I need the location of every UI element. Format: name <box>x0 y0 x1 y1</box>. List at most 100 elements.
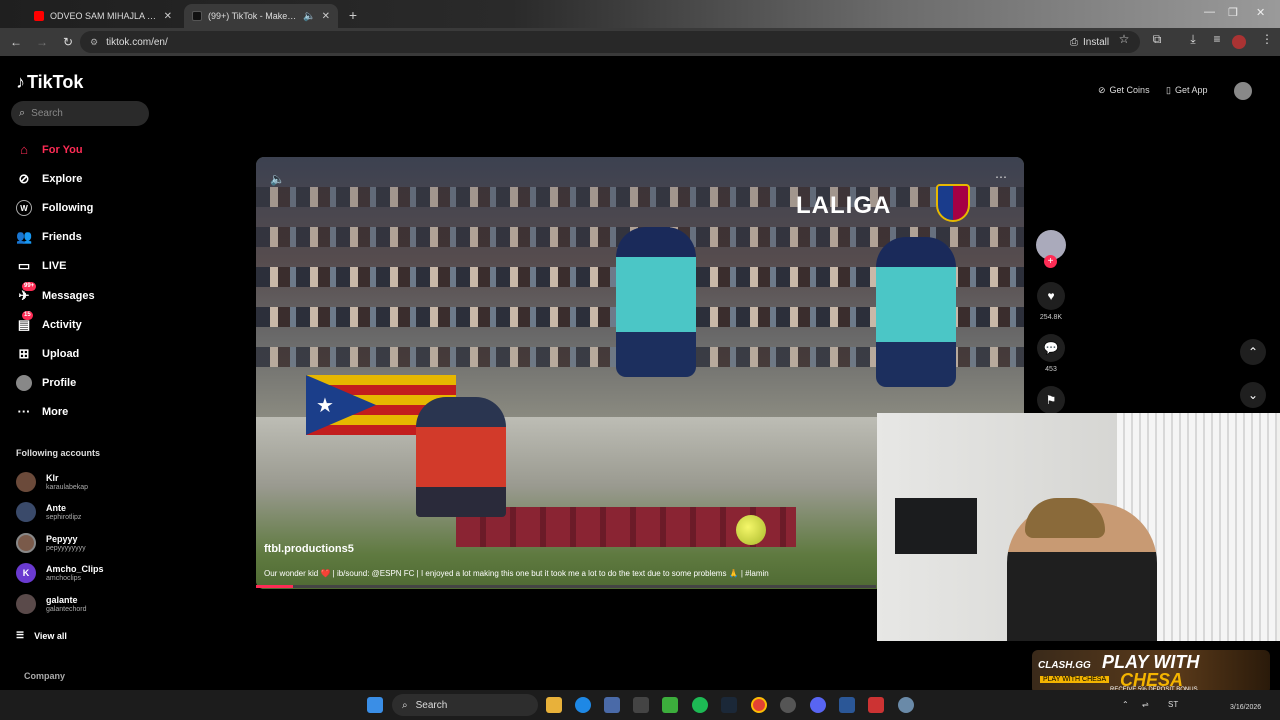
account-handle: pepyyyyyyyy <box>46 544 86 552</box>
forward-icon[interactable]: → <box>32 32 52 52</box>
upload-icon: ⊞ <box>18 346 30 361</box>
account-handle: galantechord <box>46 605 87 613</box>
network-icon[interactable]: ⇌ <box>1142 700 1149 709</box>
promo-tag: PLAY WITH CHESA <box>1040 676 1110 683</box>
account-item[interactable]: Ante sephirotlipz <box>16 502 81 522</box>
tab-title: ODVEO SAM MIHAJLA MADIĆ <box>50 11 158 21</box>
nav-following[interactable]: W Following <box>16 200 93 216</box>
tiktok-favicon-icon <box>192 11 202 21</box>
account-item[interactable]: Pepyyy pepyyyyyyyy <box>16 533 86 553</box>
tray-chevron-icon[interactable]: ⌃ <box>1122 700 1129 709</box>
maximize-icon[interactable]: ❐ <box>1228 6 1238 19</box>
nav-messages[interactable]: ✈ 99+ Messages <box>16 282 95 304</box>
list-icon: ☰ <box>16 630 25 640</box>
comment-action[interactable]: 💬 453 <box>1036 334 1066 373</box>
app-icon[interactable] <box>780 697 796 713</box>
nav-label: Explore <box>42 173 83 185</box>
nav-for-you[interactable]: ⌂ For You <box>16 142 82 158</box>
taskbar-date[interactable]: 3/16/2026 <box>1230 704 1261 711</box>
install-button[interactable]: ⎙ Install <box>1062 32 1117 52</box>
get-app-button[interactable]: ▯ Get App <box>1166 81 1207 99</box>
tab-title: (99+) TikTok - Make Your Day <box>208 11 297 21</box>
app-icon[interactable] <box>868 697 884 713</box>
browser-tab-2[interactable]: (99+) TikTok - Make Your Day 🔈 ✕ <box>184 4 338 28</box>
browser-tab-1[interactable]: ODVEO SAM MIHAJLA MADIĆ ✕ <box>26 4 180 28</box>
minimize-icon[interactable]: — <box>1204 6 1215 18</box>
avatar: K <box>16 563 36 583</box>
language-indicator[interactable]: ST <box>1168 700 1178 709</box>
reading-list-icon[interactable]: ≡ <box>1208 32 1226 46</box>
profile-avatar-icon[interactable] <box>1232 35 1246 49</box>
url-text: tiktok.com/en/ <box>106 36 168 48</box>
nav-activity[interactable]: ▤ 15 Activity <box>16 311 82 333</box>
spotify-icon[interactable] <box>692 697 708 713</box>
view-all-button[interactable]: ☰ View all <box>16 630 67 641</box>
nav-explore[interactable]: ⊘ Explore <box>16 171 83 187</box>
app-icon[interactable] <box>839 697 855 713</box>
nav-live[interactable]: ▭ LIVE <box>16 258 67 274</box>
following-icon: W <box>16 200 32 216</box>
search-input[interactable]: ⌕ Search <box>11 101 149 126</box>
next-video-button[interactable]: ⌄ <box>1240 382 1266 408</box>
minecraft-icon[interactable] <box>662 697 678 713</box>
account-handle: karaulabekap <box>46 483 89 491</box>
app-icon[interactable] <box>633 697 649 713</box>
get-coins-button[interactable]: ⊘ Get Coins <box>1098 81 1150 99</box>
taskbar-search[interactable]: ⌕ Search <box>392 694 538 716</box>
download-icon[interactable]: ⤓ <box>1184 32 1202 47</box>
account-name: Pepyyy <box>46 533 78 544</box>
account-item[interactable]: galante galantechord <box>16 594 86 614</box>
store-icon[interactable] <box>604 697 620 713</box>
browser-menu-icon[interactable]: ⋮ <box>1258 32 1276 46</box>
video-more-icon[interactable]: ⋯ <box>995 170 1007 184</box>
install-label: Install <box>1083 36 1110 48</box>
close-tab-icon[interactable]: ✕ <box>164 11 172 22</box>
close-window-icon[interactable]: ✕ <box>1256 6 1265 19</box>
messages-icon: ✈ 99+ <box>18 282 37 303</box>
settings-icon[interactable] <box>898 697 914 713</box>
windows-start-icon[interactable] <box>367 697 383 713</box>
steam-icon[interactable] <box>721 697 737 713</box>
laliga-logo: LALIGA <box>796 192 892 219</box>
save-action[interactable]: ⚑ <box>1036 386 1066 414</box>
comment-icon[interactable]: 💬 <box>1037 334 1065 362</box>
user-avatar[interactable] <box>1234 82 1252 100</box>
extensions-icon[interactable]: ⧉ <box>1148 32 1166 47</box>
install-icon: ⎙ <box>1070 36 1078 48</box>
nav-friends[interactable]: 👥 Friends <box>16 229 82 245</box>
account-item[interactable]: Klr karaulabekap <box>16 472 88 492</box>
nav-more[interactable]: ··· More <box>16 404 69 420</box>
site-info-icon[interactable]: ⚙ <box>90 37 98 48</box>
nav-profile[interactable]: Profile <box>16 375 76 391</box>
account-item[interactable]: K Amcho_Clips amchoclips <box>16 563 104 583</box>
discord-icon[interactable] <box>810 697 826 713</box>
back-icon[interactable]: ← <box>6 32 26 52</box>
nav-label: Following <box>42 202 94 214</box>
tiktok-logo[interactable]: ♪ TikTok <box>16 72 83 93</box>
follow-plus-icon[interactable]: + <box>1044 255 1057 268</box>
bookmark-icon[interactable]: ⚑ <box>1037 386 1065 414</box>
video-author[interactable]: ftbl.productions5 <box>264 543 354 555</box>
previous-video-button[interactable]: ⌃ <box>1240 339 1266 365</box>
company-link[interactable]: Company <box>24 671 65 681</box>
video-progress-bar[interactable] <box>256 585 876 588</box>
edge-icon[interactable] <box>575 697 591 713</box>
speaker-icon[interactable]: 🔈 <box>303 11 315 22</box>
search-icon: ⌕ <box>402 699 408 711</box>
compass-icon: ⊘ <box>18 171 30 186</box>
chrome-icon[interactable] <box>751 697 767 713</box>
volume-icon[interactable]: 🔈 <box>270 172 285 186</box>
nav-label: Messages <box>42 290 95 302</box>
nav-upload[interactable]: ⊞ Upload <box>16 346 80 362</box>
bookmark-star-icon[interactable]: ☆ <box>1115 32 1133 46</box>
reload-icon[interactable]: ↻ <box>58 32 78 52</box>
following-accounts-heading: Following accounts <box>16 448 101 458</box>
new-tab-button[interactable]: + <box>344 6 362 24</box>
file-explorer-icon[interactable] <box>546 697 562 713</box>
home-icon: ⌂ <box>20 142 28 157</box>
like-action[interactable]: ♥ 254.8K <box>1036 282 1066 321</box>
close-tab-icon[interactable]: ✕ <box>322 11 330 22</box>
account-handle: sephirotlipz <box>46 513 82 521</box>
heart-icon[interactable]: ♥ <box>1037 282 1065 310</box>
url-bar[interactable]: ⚙ tiktok.com/en/ <box>80 31 1140 53</box>
